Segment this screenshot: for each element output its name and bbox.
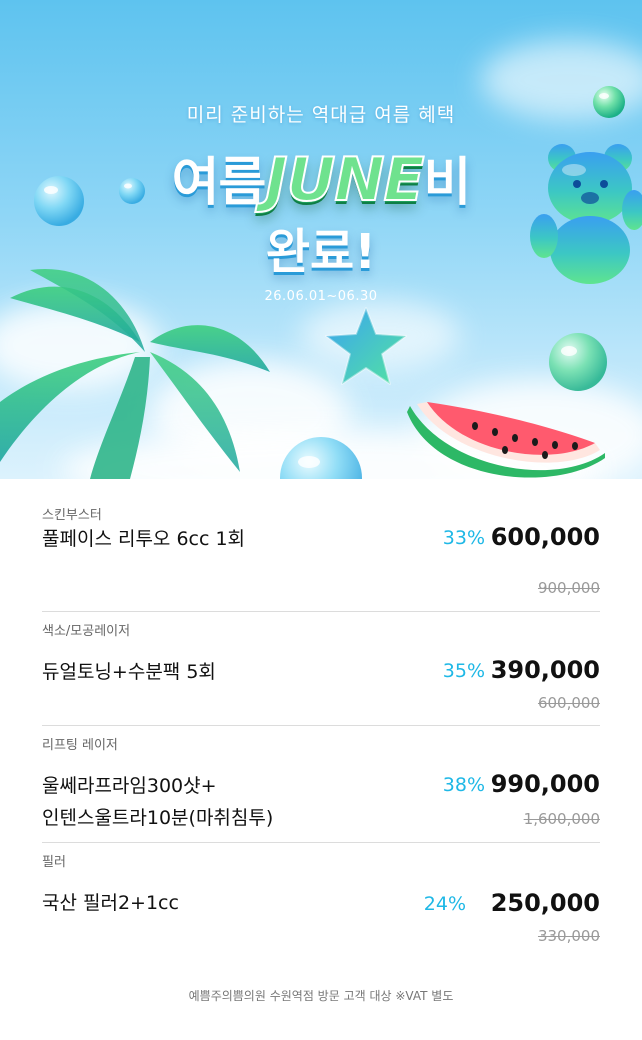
item-name: 울쎄라프라임300샷+ — [42, 775, 217, 797]
item-name: 국산 필러2+1cc — [42, 892, 179, 914]
item-original-price: 1,600,000 — [523, 810, 600, 828]
item-discount: 35% — [442, 660, 485, 682]
item-original-price: 600,000 — [537, 694, 600, 712]
item-name: 듀얼토닝+수분팩 5회 — [42, 661, 216, 683]
item-discount: 24% — [423, 893, 466, 915]
price-item: 필러 국산 필러2+1cc 24% 250,000 330,000 — [42, 843, 600, 963]
hero-banner: 미리 준비하는 역대급 여름 혜택 여름JUNE비 완료! 26.06.01~0… — [0, 0, 642, 479]
item-name: 풀페이스 리투오 6cc 1회 — [42, 528, 246, 550]
bubble-icon — [280, 437, 362, 479]
item-discount: 38% — [442, 774, 485, 796]
title-part-right: 비 — [423, 153, 472, 213]
promo-period: 26.06.01~06.30 — [264, 289, 378, 304]
promo-title: 여름JUNE비 — [0, 140, 642, 216]
item-price: 990,000 — [490, 770, 600, 798]
price-item: 리프팅 레이저 울쎄라프라임300샷+ 인텐스울트라10분(마취침투) 38% … — [42, 726, 600, 843]
item-original-price: 330,000 — [537, 927, 600, 945]
promo-title-line2: 완료! — [265, 224, 377, 280]
item-original-price: 900,000 — [537, 579, 600, 597]
bubble-icon — [549, 333, 607, 391]
item-price: 600,000 — [490, 523, 600, 551]
item-category: 색소/모공레이저 — [42, 624, 131, 639]
footer-note: 예쁨주의쁨의원 수원역점 방문 고객 대상 ※VAT 별도 — [188, 989, 454, 1003]
price-item: 스킨부스터 풀페이스 리투오 6cc 1회 33% 600,000 900,00… — [42, 479, 600, 612]
item-category: 필러 — [42, 855, 66, 870]
item-name: 인텐스울트라10분(마취침투) — [42, 807, 274, 829]
item-category: 스킨부스터 — [42, 508, 102, 523]
title-june: JUNE — [264, 144, 425, 216]
item-price: 250,000 — [490, 889, 600, 917]
price-item: 색소/모공레이저 듀얼토닝+수분팩 5회 35% 390,000 600,000 — [42, 612, 600, 726]
item-price: 390,000 — [490, 656, 600, 684]
star-icon — [325, 307, 407, 385]
item-discount: 33% — [442, 527, 485, 549]
promo-subtitle: 미리 준비하는 역대급 여름 혜택 — [186, 104, 456, 126]
title-part-left: 여름 — [171, 153, 267, 213]
price-list: 스킨부스터 풀페이스 리투오 6cc 1회 33% 600,000 900,00… — [0, 479, 642, 963]
watermelon-icon — [407, 402, 605, 478]
item-category: 리프팅 레이저 — [42, 738, 118, 753]
